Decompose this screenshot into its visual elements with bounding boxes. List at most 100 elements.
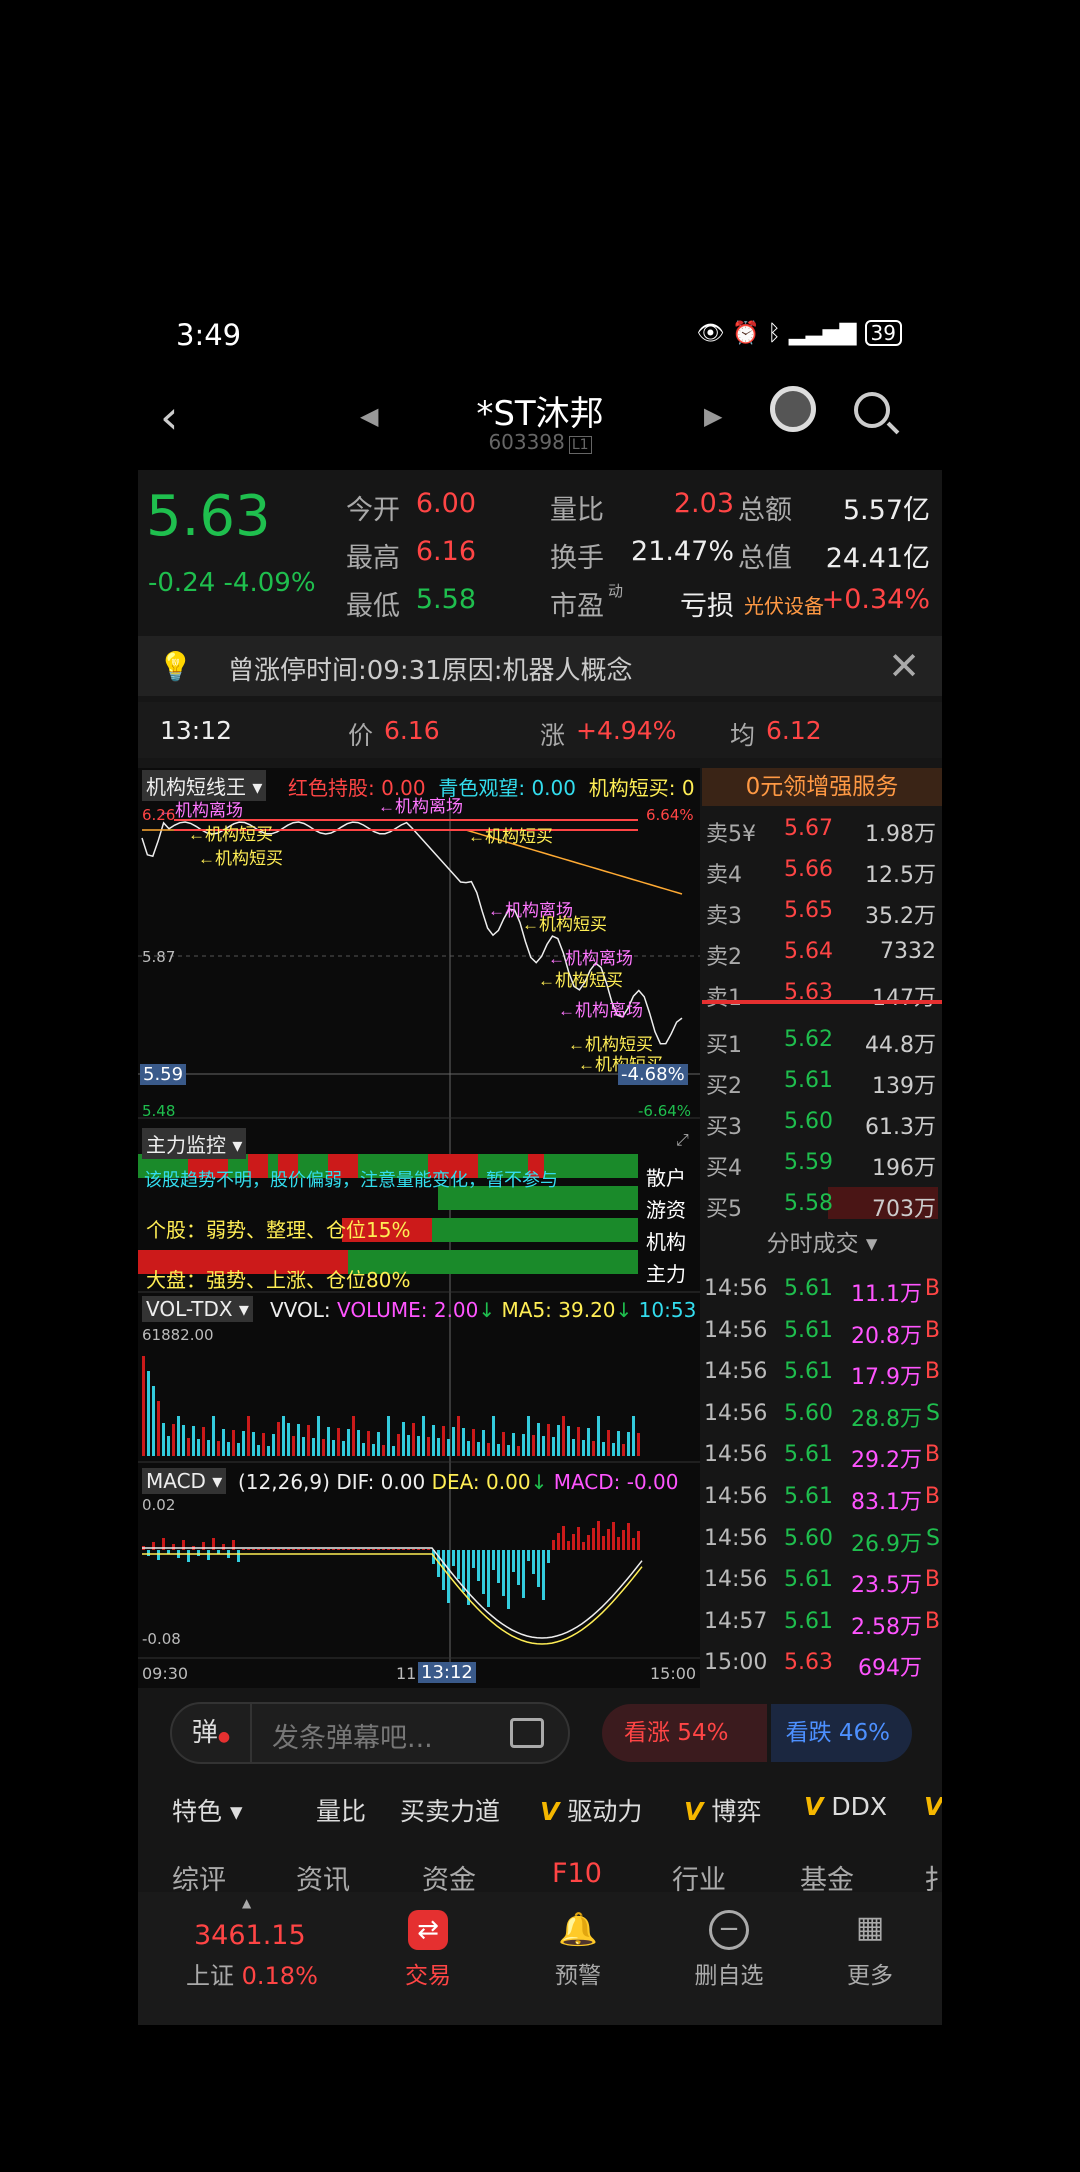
- volume-bar: [412, 1423, 415, 1456]
- tab-driving-force[interactable]: V 驱动力: [540, 1792, 642, 1828]
- sentiment-vote[interactable]: 看涨 54% 看跌 46%: [602, 1704, 912, 1762]
- level-volume: 139万: [872, 1074, 936, 1099]
- volume-bar: [562, 1416, 565, 1456]
- next-stock-icon[interactable]: ▶: [704, 402, 722, 430]
- main-monitor-selector[interactable]: 主力监控 ▾: [142, 1128, 247, 1159]
- level-price: 5.66: [784, 857, 833, 882]
- service-banner[interactable]: 0元领增强服务: [702, 768, 942, 806]
- quote-value: 亏损: [680, 591, 734, 622]
- level-volume: 703万: [872, 1197, 936, 1222]
- close-icon[interactable]: ✕: [888, 644, 920, 688]
- nav-more[interactable]: ▦ 更多: [828, 1910, 912, 1990]
- volume-bar: [552, 1437, 555, 1456]
- mascot-icon[interactable]: [770, 386, 816, 432]
- level-price: 5.67: [784, 816, 833, 841]
- macd-bar: [547, 1550, 550, 1563]
- nav-trade[interactable]: ⇄ 交易: [386, 1910, 470, 1990]
- volume-bar: [592, 1441, 595, 1456]
- bid-row[interactable]: 买5 5.58 703万: [702, 1183, 942, 1224]
- macd-bar: [322, 1549, 325, 1550]
- cross-avg: 6.12: [766, 716, 822, 745]
- cross-pct-axis-tag: -4.68%: [618, 1064, 688, 1085]
- volume-bar: [432, 1425, 435, 1456]
- volume-bar: [397, 1434, 400, 1456]
- ask-row[interactable]: 卖5¥ 5.67 1.98万: [702, 808, 942, 849]
- vote-up-button[interactable]: 看涨 54%: [602, 1704, 768, 1762]
- quote-value: 24.41亿: [825, 543, 930, 574]
- tick-side: B: [924, 1359, 940, 1385]
- index-value[interactable]: 3461.15: [194, 1920, 306, 1951]
- volume-bar: [627, 1432, 630, 1456]
- ask-row[interactable]: 卖2 5.64 7332: [702, 931, 942, 972]
- tab-volume-ratio[interactable]: 量比: [316, 1792, 366, 1828]
- ask-row[interactable]: 卖4 5.66 12.5万: [702, 849, 942, 890]
- danmu-toggle-icon[interactable]: 弹●: [172, 1704, 252, 1762]
- macd-bar: [522, 1550, 525, 1598]
- macd-bar: [402, 1549, 405, 1550]
- alarm-icon: ⏰: [732, 320, 760, 346]
- danmu-list-icon[interactable]: [510, 1718, 544, 1748]
- stock-header: ‹ ◀ *ST沐邦 603398 L1 ▶: [138, 370, 942, 470]
- level-price: 5.62: [784, 1027, 833, 1052]
- volume-bar: [157, 1401, 160, 1456]
- macd-bar: [197, 1550, 200, 1556]
- annotation-label: ←机构离场: [558, 1001, 643, 1020]
- volume-bar: [372, 1444, 375, 1456]
- tab-buy-sell-force[interactable]: 买卖力道: [400, 1792, 500, 1828]
- macd-bar: [307, 1549, 310, 1550]
- quote-label: 换手: [550, 543, 604, 574]
- macd-bar: [242, 1549, 245, 1550]
- tab-game[interactable]: V 博弈: [684, 1792, 761, 1828]
- tab-f10[interactable]: F10: [552, 1858, 602, 1889]
- pct-axis-bottom: -6.64%: [638, 1102, 692, 1120]
- limit-up-notice[interactable]: 💡 曾涨停时间:09:31原因:机器人概念 ✕: [138, 636, 942, 696]
- tab-ddx[interactable]: V DDX: [804, 1792, 887, 1821]
- tick-side: B: [924, 1567, 940, 1593]
- macd-bar: [622, 1530, 625, 1550]
- tick-time: 14:56: [704, 1525, 768, 1551]
- bid-row[interactable]: 买4 5.59 196万: [702, 1142, 942, 1183]
- quote-value: 5.58: [415, 584, 476, 615]
- expand-icon[interactable]: ⤢: [676, 1130, 689, 1150]
- level-volume: 44.8万: [865, 1033, 936, 1058]
- macd-bar: [492, 1550, 495, 1570]
- bid-row[interactable]: 买2 5.61 139万: [702, 1060, 942, 1101]
- macd-bar: [422, 1549, 425, 1550]
- vol-selector[interactable]: VOL-TDX ▾: [142, 1296, 253, 1322]
- feature-dropdown[interactable]: 特色 ▾: [172, 1792, 243, 1828]
- pe-superscript: 动: [608, 582, 624, 600]
- level-label: 卖4: [706, 863, 742, 888]
- danmu-input[interactable]: 弹● 发条弹幕吧...: [170, 1702, 570, 1764]
- index-label[interactable]: 上证 0.18%: [186, 1956, 318, 1991]
- tab-more-v-icon[interactable]: V: [924, 1792, 942, 1821]
- ticks-title[interactable]: 分时成交 ▾: [702, 1225, 942, 1263]
- macd-bar: [527, 1550, 530, 1561]
- macd-selector[interactable]: MACD ▾: [142, 1468, 227, 1494]
- tick-time: 14:56: [704, 1484, 768, 1509]
- bid-row[interactable]: 买3 5.60 61.3万: [702, 1101, 942, 1142]
- macd-bar: [427, 1549, 430, 1550]
- volume-bar: [242, 1431, 245, 1456]
- nav-remove-watchlist[interactable]: − 删自选: [674, 1910, 784, 1990]
- level-badge: L1: [568, 436, 592, 454]
- indicator-selector[interactable]: 机构短线王 ▾: [142, 770, 267, 801]
- vote-down-button[interactable]: 看跌 46%: [771, 1704, 912, 1762]
- bid-row[interactable]: 买1 5.62 44.8万: [702, 1019, 942, 1060]
- nav-alert[interactable]: 🔔 预警: [536, 1910, 620, 1990]
- macd-bar: [627, 1523, 630, 1550]
- stock-title: *ST沐邦: [476, 394, 604, 434]
- ask-row[interactable]: 卖1 5.63 147万: [702, 972, 942, 1013]
- volume-bar: [392, 1446, 395, 1456]
- label-hot-money: 游资: [646, 1198, 686, 1222]
- macd-bar: [297, 1549, 300, 1550]
- volume-bar: [307, 1425, 310, 1456]
- dif-line: [142, 1547, 643, 1639]
- search-icon[interactable]: [854, 392, 890, 428]
- intraday-chart[interactable]: ←机构离场 ←机构短买 ←机构短买 ←机构离场 ←机构短买 ←机构离场 ←机构短买 ←机构离场…: [138, 768, 700, 1688]
- volume-bar: [467, 1441, 470, 1456]
- cross-price-label: 价: [348, 721, 374, 750]
- tick-side: S: [926, 1400, 940, 1426]
- macd-bar: [587, 1535, 590, 1550]
- ask-row[interactable]: 卖3 5.65 35.2万: [702, 890, 942, 931]
- volume-bar: [517, 1446, 520, 1456]
